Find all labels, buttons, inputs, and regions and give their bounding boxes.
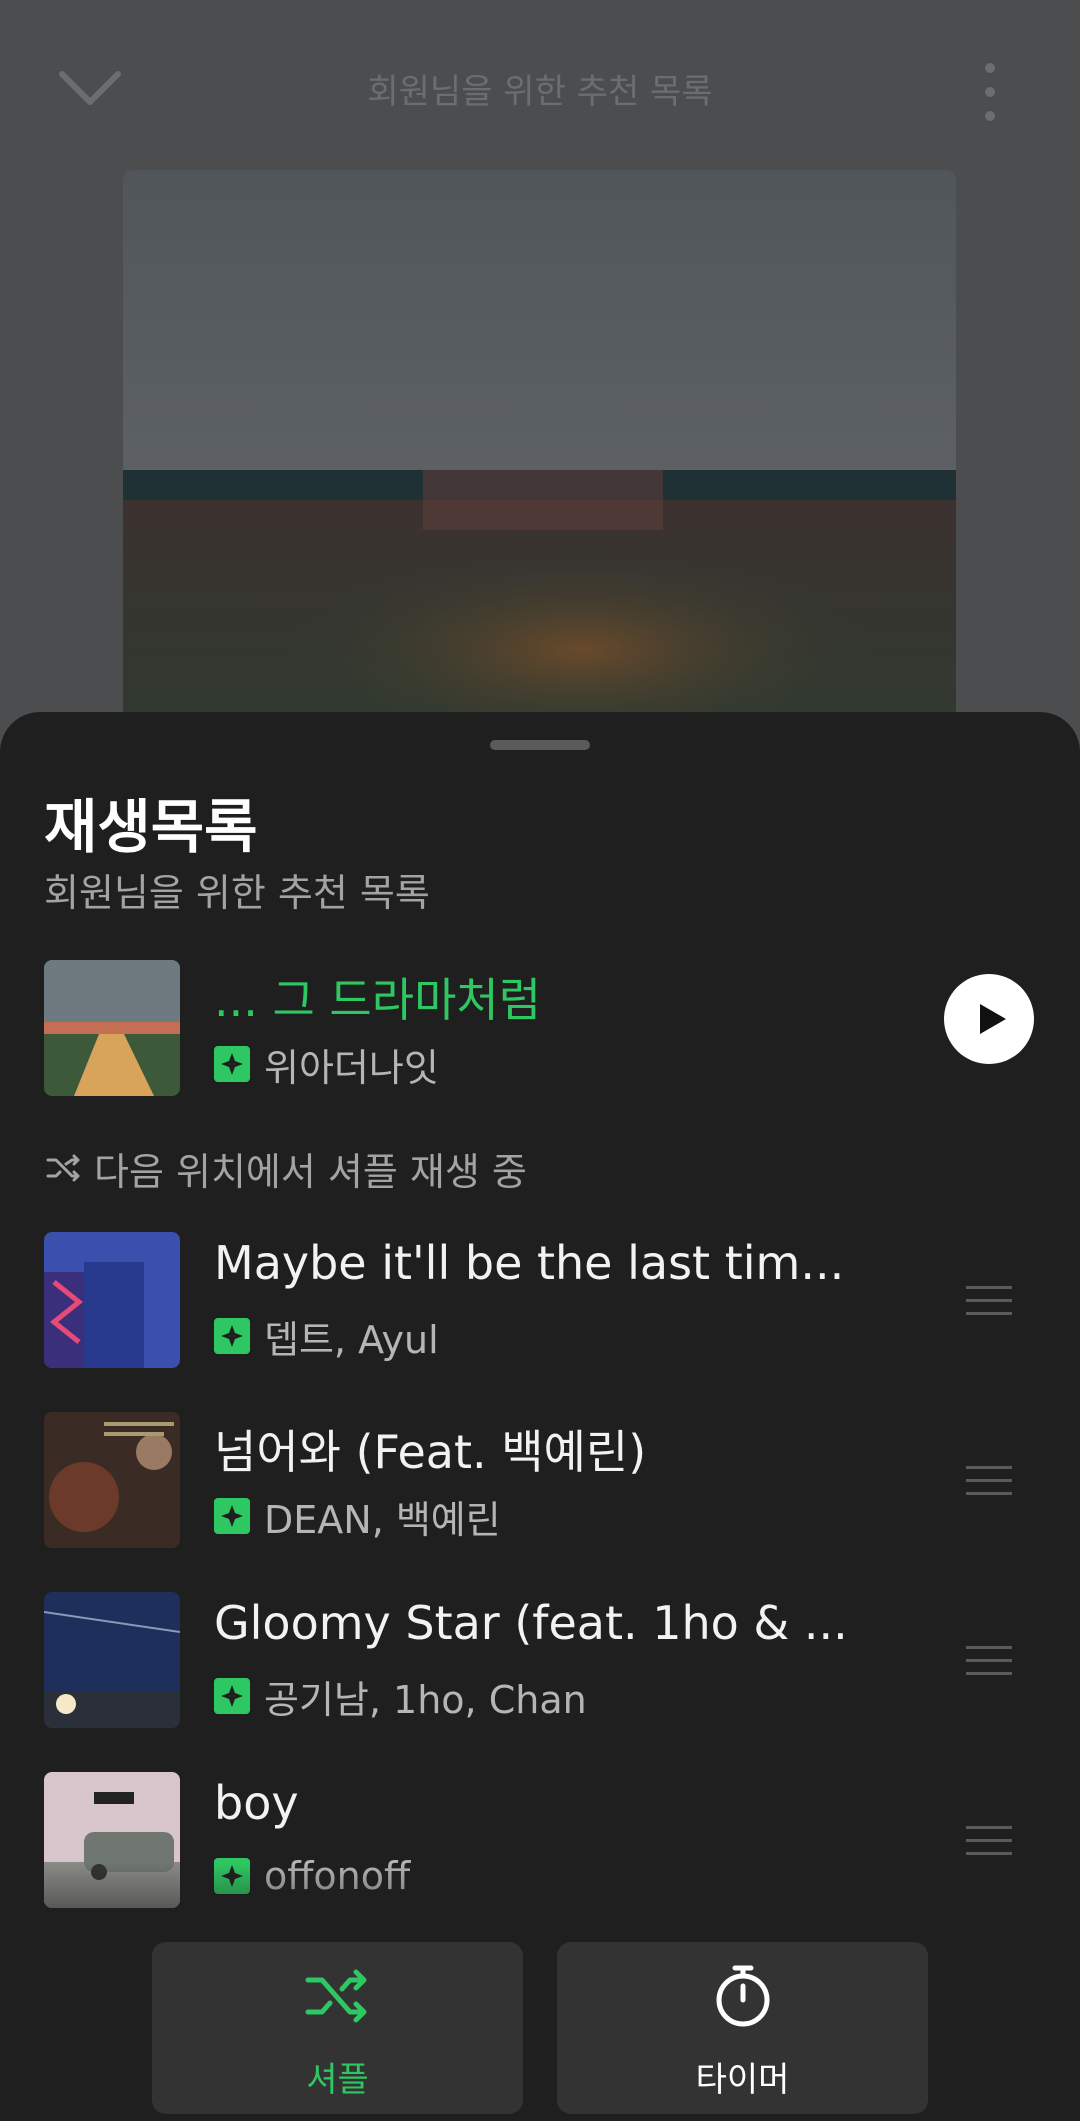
sheet-subtitle: 회원님을 위한 추천 목록	[44, 871, 430, 915]
player-header: 회원님을 위한 추천 목록	[0, 0, 1080, 180]
sparkle-badge-icon	[214, 1678, 250, 1714]
playlist-sheet: 재생목록 회원님을 위한 추천 목록 ... 그 드라마처럼 위아더나잇 다음 …	[0, 712, 1080, 2121]
now-playing-title: ... 그 드라마처럼	[214, 973, 542, 1027]
timer-button[interactable]: 타이머	[557, 1942, 928, 2114]
now-playing-artist-line: 위아더나잇	[214, 1040, 439, 1090]
sparkle-badge-icon	[214, 1046, 250, 1082]
queue-item[interactable]: 넘어와 (Feat. 백예린) DEAN, 백예린	[0, 1412, 1080, 1552]
sheet-title: 재생목록	[44, 793, 258, 861]
queue-artist: 뎁트, Ayul	[264, 1317, 439, 1362]
shuffle-icon	[46, 1154, 80, 1182]
now-playing-row[interactable]: ... 그 드라마처럼 위아더나잇	[0, 960, 1080, 1100]
reorder-handle-icon[interactable]	[966, 1464, 1012, 1498]
player-title: 회원님을 위한 추천 목록	[367, 72, 713, 112]
reorder-handle-icon[interactable]	[966, 1284, 1012, 1318]
queue-thumbnail	[44, 1412, 180, 1548]
queue-artist: 공기남, 1ho, Chan	[264, 1677, 587, 1722]
sparkle-badge-icon	[214, 1498, 250, 1534]
now-playing-artist: 위아더나잇	[264, 1045, 439, 1090]
shuffle-button[interactable]: 셔플	[152, 1942, 523, 2114]
player-background: 회원님을 위한 추천 목록	[0, 0, 1080, 770]
reorder-handle-icon[interactable]	[966, 1644, 1012, 1678]
album-artwork	[123, 170, 956, 770]
sparkle-badge-icon	[214, 1318, 250, 1354]
reorder-handle-icon[interactable]	[966, 1824, 1012, 1858]
sheet-drag-handle[interactable]	[490, 740, 590, 750]
queue-artist-line: 뎁트, Ayul	[214, 1312, 439, 1362]
shuffle-label: 셔플	[306, 2060, 369, 2100]
queue-thumbnail	[44, 1592, 180, 1728]
queue-item[interactable]: Gloomy Star (feat. 1ho & ... 공기남, 1ho, C…	[0, 1592, 1080, 1732]
queue-title: Gloomy Star (feat. 1ho & ...	[214, 1596, 848, 1650]
queue-artist-line: 공기남, 1ho, Chan	[214, 1672, 587, 1722]
play-button[interactable]	[944, 974, 1034, 1064]
queue-title: boy	[214, 1776, 299, 1830]
bottom-controls: 셔플 타이머	[0, 1922, 1080, 2121]
shuffle-notice-text: 다음 위치에서 셔플 재생 중	[94, 1149, 527, 1194]
queue-item[interactable]: Maybe it'll be the last tim... 뎁트, Ayul	[0, 1232, 1080, 1372]
queue-thumbnail	[44, 1232, 180, 1368]
timer-icon	[716, 1965, 770, 2027]
now-playing-thumbnail	[44, 960, 180, 1096]
queue-artist-line: DEAN, 백예린	[214, 1492, 501, 1542]
queue-artist: DEAN, 백예린	[264, 1497, 501, 1542]
queue-title: 넘어와 (Feat. 백예린)	[214, 1425, 647, 1479]
more-options-icon[interactable]	[968, 58, 1012, 126]
shuffle-icon	[305, 1969, 367, 2023]
play-icon	[980, 1004, 1006, 1034]
shuffle-notice: 다음 위치에서 셔플 재생 중	[44, 1140, 527, 1196]
queue-title: Maybe it'll be the last tim...	[214, 1236, 845, 1290]
timer-label: 타이머	[695, 2060, 790, 2100]
